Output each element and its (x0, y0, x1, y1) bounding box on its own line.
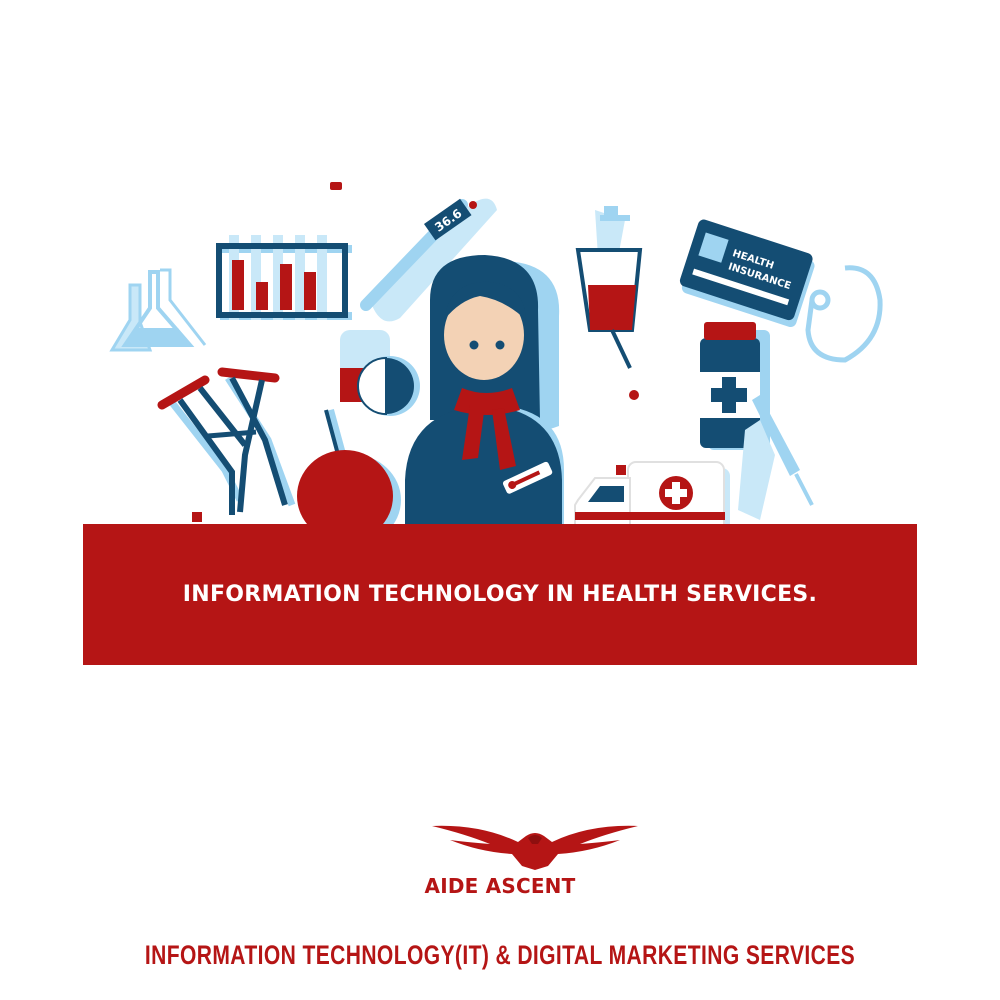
banner: INFORMATION TECHNOLOGY IN HEALTH SERVICE… (83, 524, 917, 665)
eagle-logo-icon (432, 825, 638, 870)
medical-illustration: 36.6 HEALTH INSURANCE (109, 182, 883, 549)
brand-tagline: INFORMATION TECHNOLOGY(IT) & DIGITAL MAR… (144, 940, 856, 970)
stethoscope-icon (805, 265, 883, 363)
doctor-icon (405, 255, 564, 524)
syringe-icon (575, 206, 643, 400)
flask-icon (109, 268, 207, 352)
test-tubes-icon (216, 182, 352, 320)
crutches-icon (157, 367, 296, 522)
brand-name: AIDE ASCENT (424, 874, 576, 898)
banner-headline: INFORMATION TECHNOLOGY IN HEALTH SERVICE… (182, 582, 818, 607)
pill-capsule-icon (340, 330, 420, 416)
insurance-card-icon: HEALTH INSURANCE (679, 219, 815, 328)
